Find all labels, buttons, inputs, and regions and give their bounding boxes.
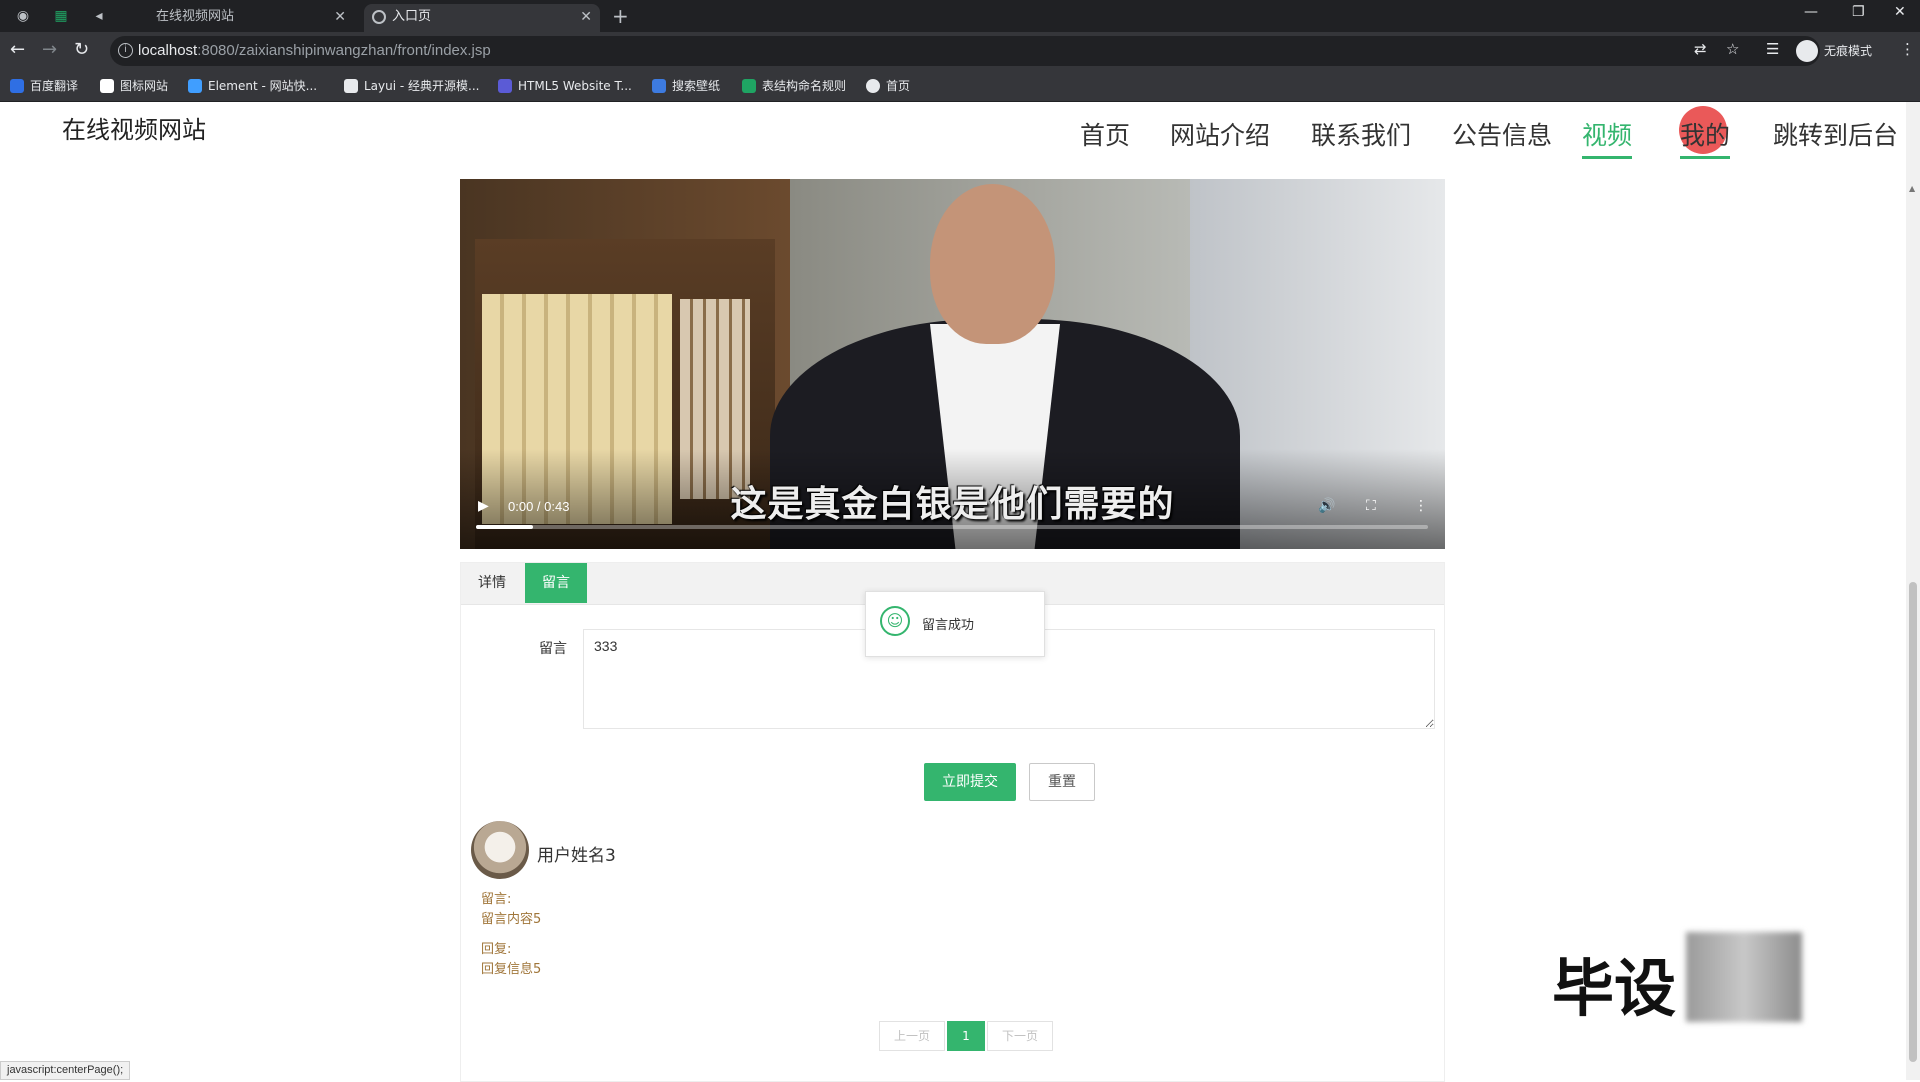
translate-icon[interactable]: ⇄ (1694, 40, 1707, 58)
layui-bookmark-icon (344, 79, 358, 93)
url-host: localhost (138, 42, 198, 59)
bookmark-label: 百度翻译 (30, 79, 79, 93)
reply-content: 回复信息5 (481, 962, 542, 977)
video-time: 0:00 / 0:43 (508, 499, 570, 514)
profile-label: 无痕模式 (1824, 44, 1873, 58)
bookmark-item[interactable]: 首页 (866, 77, 910, 95)
watermark-text: 毕设 (1552, 952, 1677, 1025)
bookmark-item[interactable]: 搜索壁纸 (652, 77, 720, 95)
smile-icon: ☺ (880, 606, 910, 636)
bookmark-star-icon[interactable]: ☆ (1726, 40, 1739, 58)
bookmark-label: 表结构命名规则 (762, 79, 847, 93)
nav-admin[interactable]: 跳转到后台 (1773, 116, 1898, 156)
close-tab-icon[interactable]: ✕ (580, 4, 592, 30)
bookmark-item[interactable]: 图标网站 (100, 77, 168, 95)
flag-bookmark-icon (100, 79, 114, 93)
page-number-current[interactable]: 1 (947, 1021, 985, 1051)
translate-bookmark-icon (10, 79, 24, 93)
incognito-profile[interactable]: 无痕模式 (1796, 39, 1872, 63)
bookmarks-bar: 百度翻译 图标网站 Element - 网站快... Layui - 经典开源模… (0, 70, 1920, 102)
nav-video[interactable]: 视频 (1582, 116, 1633, 159)
bookmark-item[interactable]: HTML5 Website T... (498, 77, 632, 95)
bookmark-label: Element - 网站快... (208, 79, 318, 93)
comment-content: 留言内容5 (481, 912, 542, 927)
restore-window-button[interactable]: ❐ (1852, 4, 1865, 20)
bookmark-label: 搜索壁纸 (672, 79, 721, 93)
toast-message: 留言成功 (922, 618, 975, 633)
incognito-icon (1796, 40, 1818, 62)
address-bar[interactable]: i localhost:8080/zaixianshipinwangzhan/f… (110, 36, 1820, 66)
video-more-icon[interactable]: ⋮ (1414, 498, 1428, 514)
browser-menu-icon[interactable]: ◉ (12, 5, 34, 27)
site-title: 在线视频网站 (62, 116, 206, 144)
bookmark-label: Layui - 经典开源模... (364, 79, 480, 93)
globe-icon (372, 10, 386, 24)
bookmark-item[interactable]: 百度翻译 (10, 77, 78, 95)
nav-mine[interactable]: 我的 (1680, 116, 1731, 159)
nav-home[interactable]: 首页 (1080, 116, 1130, 156)
page-scrollbar[interactable]: ▲ (1906, 102, 1920, 1080)
bookmark-label: 首页 (886, 79, 911, 93)
video-subtitle: 这是真金白银是他们需要的 (730, 484, 1175, 525)
watermark-blur (1686, 932, 1802, 1022)
browser-tab-bar: ◉ ▦ ◂ 在线视频网站 ✕ 入口页 ✕ + — ❐ ✕ (0, 0, 1920, 32)
status-bar: javascript:centerPage(); (0, 1061, 131, 1080)
video-progress-fill (476, 525, 534, 529)
close-window-button[interactable]: ✕ (1894, 4, 1906, 20)
tab-title: 入口页 (392, 9, 432, 24)
video-progress-bar[interactable] (476, 525, 1428, 529)
sheet-bookmark-icon (742, 79, 756, 93)
reset-button[interactable]: 重置 (1029, 763, 1095, 801)
comment-username: 用户姓名3 (537, 846, 616, 866)
bookmark-item[interactable]: Element - 网站快... (188, 77, 317, 95)
site-info-icon[interactable]: i (118, 43, 133, 58)
avatar (471, 821, 529, 879)
tab-details[interactable]: 详情 (461, 563, 523, 603)
kebab-menu-icon[interactable]: ⋮ (1900, 40, 1915, 58)
tab-site[interactable]: 在线视频网站 ✕ (128, 4, 354, 32)
forward-arrow-icon[interactable]: → (42, 40, 57, 60)
comment-content-label: 留言: (481, 892, 512, 907)
tab-title: 在线视频网站 (156, 9, 235, 24)
play-icon[interactable]: ▶ (478, 498, 489, 514)
reply-label: 回复: (481, 942, 512, 957)
fullscreen-icon[interactable]: ⛶ (1366, 498, 1376, 514)
video-player[interactable]: 这是真金白银是他们需要的 ▶ 0:00 / 0:43 🔊 ⛶ ⋮ (460, 179, 1445, 549)
volume-icon[interactable]: 🔊 (1318, 498, 1335, 514)
url-path: :8080/zaixianshipinwangzhan/front/index.… (197, 42, 491, 59)
browser-toolbar: ← → ↻ i localhost:8080/zaixianshipinwang… (0, 32, 1920, 70)
nav-announcements[interactable]: 公告信息 (1452, 116, 1552, 156)
tab-panel: 详情 留言 留言 ☺ 留言成功 立即提交 重置 用户姓名3 留言: 留言内容5 … (460, 562, 1445, 1082)
globe-icon (866, 79, 880, 93)
comment-label: 留言 (539, 641, 567, 657)
next-page-button[interactable]: 下一页 (987, 1021, 1053, 1051)
bookmark-item[interactable]: Layui - 经典开源模... (344, 77, 479, 95)
prev-page-button[interactable]: 上一页 (879, 1021, 945, 1051)
bookmark-label: 图标网站 (120, 79, 169, 93)
html5-bookmark-icon (498, 79, 512, 93)
scroll-up-icon[interactable]: ▲ (1909, 184, 1915, 193)
submit-button[interactable]: 立即提交 (924, 763, 1016, 801)
bookmark-item[interactable]: 表结构命名规则 (742, 77, 846, 95)
nav-contact[interactable]: 联系我们 (1311, 116, 1411, 156)
page-content: 在线视频网站 首页 网站介绍 联系我们 公告信息 视频 我的 跳转到后台 这是真… (0, 102, 1920, 1082)
nav-about[interactable]: 网站介绍 (1170, 116, 1270, 156)
scrollbar-thumb[interactable] (1909, 582, 1917, 1062)
success-toast: ☺ 留言成功 (865, 591, 1045, 657)
video-frame-person-head (930, 184, 1055, 344)
tab-comments[interactable]: 留言 (525, 563, 587, 603)
reload-icon[interactable]: ↻ (74, 40, 89, 60)
tab-entry-page[interactable]: 入口页 ✕ (364, 4, 600, 32)
minimize-window-button[interactable]: — (1804, 4, 1818, 20)
bookmark-label: HTML5 Website T... (518, 79, 632, 93)
new-tab-button[interactable]: + (612, 4, 629, 28)
mute-audio-icon[interactable]: ◂ (88, 5, 110, 27)
wallpaper-bookmark-icon (652, 79, 666, 93)
reading-list-icon[interactable]: ☰ (1766, 40, 1779, 58)
close-tab-icon[interactable]: ✕ (334, 4, 346, 30)
element-bookmark-icon (188, 79, 202, 93)
back-arrow-icon[interactable]: ← (10, 40, 25, 60)
pinned-tab-icon[interactable]: ▦ (50, 5, 72, 27)
